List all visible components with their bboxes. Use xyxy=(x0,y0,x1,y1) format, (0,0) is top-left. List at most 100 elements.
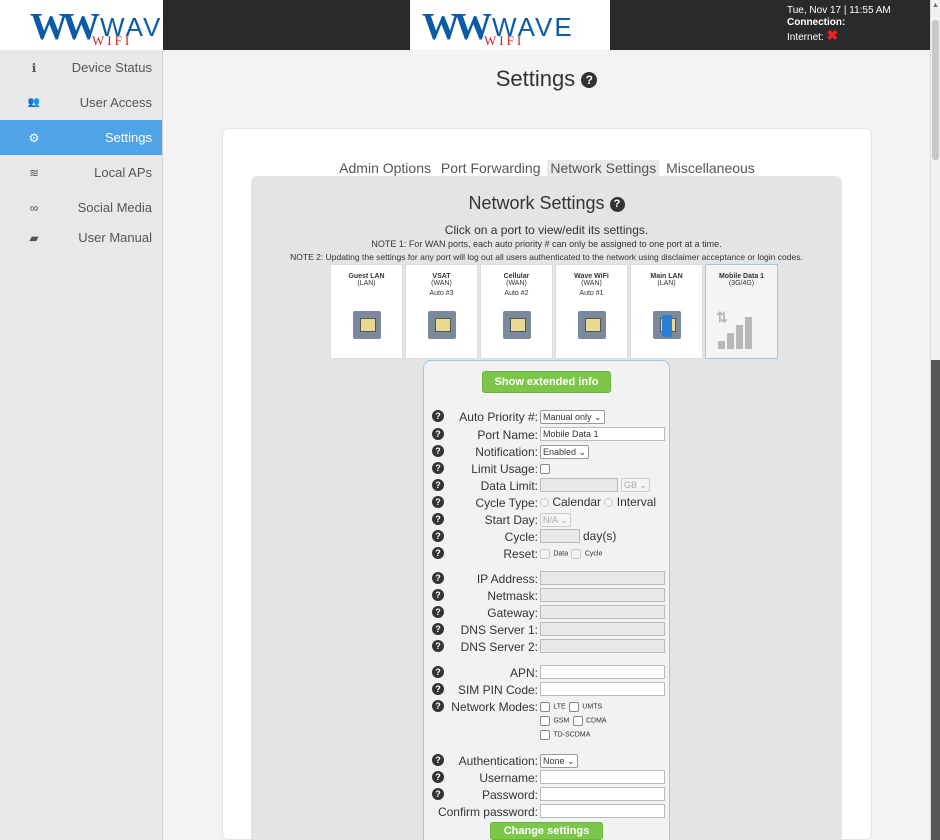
mode-lte-checkbox[interactable] xyxy=(540,701,550,712)
limit-usage-checkbox[interactable] xyxy=(540,463,550,474)
help-icon[interactable]: ? xyxy=(432,771,444,783)
cycle-interval-radio[interactable] xyxy=(604,498,614,508)
tab-miscellaneous[interactable]: Miscellaneous xyxy=(663,160,758,176)
logo-mark: W xyxy=(30,6,68,48)
netmask-input[interactable] xyxy=(540,588,665,602)
help-icon[interactable]: ? xyxy=(432,788,444,800)
port-wave-wifi[interactable]: Wave WiFi (WAN) Auto #1 xyxy=(555,264,628,359)
mode-umts-checkbox[interactable] xyxy=(569,701,580,712)
cycle-row: ? Cycle: day(s) xyxy=(424,529,684,545)
apn-input[interactable] xyxy=(540,665,665,679)
data-limit-row: ? Data Limit: GB ⌄ xyxy=(424,478,684,494)
port-type: (LAN) xyxy=(357,280,376,287)
start-day-select[interactable]: N/A ⌄ xyxy=(540,513,571,527)
ethernet-port-icon xyxy=(353,311,381,339)
help-icon[interactable]: ? xyxy=(432,530,444,542)
help-icon[interactable]: ? xyxy=(432,666,444,678)
tab-network-settings[interactable]: Network Settings xyxy=(547,160,660,176)
help-icon[interactable]: ? xyxy=(581,72,598,89)
port-name-input[interactable]: Mobile Data 1 xyxy=(540,427,665,441)
mode-td-scdma-checkbox[interactable] xyxy=(540,729,550,740)
authentication-select[interactable]: None ⌄ xyxy=(540,754,578,768)
auto-priority-select[interactable]: Manual only ⌄ xyxy=(540,410,605,424)
scrollbar-thumb[interactable] xyxy=(932,20,939,160)
cycle-input[interactable] xyxy=(540,529,580,543)
port-type: (3G/4G) xyxy=(728,280,755,287)
sidebar-item-device-status[interactable]: ℹ Device Status xyxy=(0,50,162,85)
port-main-lan[interactable]: Main LAN (LAN) xyxy=(630,264,703,359)
help-icon[interactable]: ? xyxy=(432,589,444,601)
sidebar-item-settings[interactable]: ⚙ Settings xyxy=(0,120,162,155)
port-vsat[interactable]: VSAT (WAN) Auto #3 xyxy=(405,264,478,359)
username-row: ? Username: xyxy=(424,770,684,786)
help-icon[interactable]: ? xyxy=(432,462,444,474)
password-input[interactable] xyxy=(540,787,665,801)
help-icon[interactable]: ? xyxy=(432,547,444,559)
change-settings-button[interactable]: Change settings xyxy=(490,822,603,840)
logo-mark: W xyxy=(422,6,460,48)
help-icon[interactable]: ? xyxy=(432,428,444,440)
port-auto: Auto #3 xyxy=(429,290,454,297)
sidebar-item-user-access[interactable]: 👥 User Access xyxy=(0,85,162,120)
help-icon[interactable]: ? xyxy=(432,479,444,491)
sidebar-item-local-aps[interactable]: ≋ Local APs xyxy=(0,155,162,190)
data-limit-input[interactable] xyxy=(540,478,618,492)
notification-select[interactable]: Enabled ⌄ xyxy=(540,445,590,459)
dns-server-1-input[interactable] xyxy=(540,622,665,636)
reset-row: ? Reset: Data Cycle xyxy=(424,546,684,562)
sidebar-item-user-manual[interactable]: ▰ User Manual xyxy=(0,220,162,255)
port-cellular[interactable]: Cellular (WAN) Auto #2 xyxy=(480,264,553,359)
data-limit-unit-select[interactable]: GB ⌄ xyxy=(621,478,651,492)
cycle-calendar-radio[interactable] xyxy=(540,498,549,508)
sidebar-item-label: Local APs xyxy=(94,165,152,180)
sim-pin-input[interactable] xyxy=(540,682,665,696)
help-icon[interactable]: ? xyxy=(432,410,444,422)
auto-priority-row: ? Auto Priority #: Manual only ⌄ xyxy=(424,409,684,425)
help-icon[interactable]: ? xyxy=(432,606,444,618)
page-scrollbar[interactable]: ▲ xyxy=(930,0,940,840)
help-icon[interactable]: ? xyxy=(432,683,444,695)
help-icon[interactable]: ? xyxy=(432,754,444,766)
gateway-input[interactable] xyxy=(540,605,665,619)
help-icon[interactable]: ? xyxy=(432,640,444,652)
port-name: Wave WiFi xyxy=(574,273,609,280)
port-mobile-data-1[interactable]: Mobile Data 1 (3G/4G) ⇅ xyxy=(705,264,778,359)
help-icon[interactable]: ? xyxy=(609,196,625,212)
port-name: VSAT xyxy=(432,273,451,280)
help-icon[interactable]: ? xyxy=(432,623,444,635)
limit-usage-label: Limit Usage: xyxy=(471,462,538,476)
reset-data-label: Data xyxy=(553,550,569,558)
reset-data-checkbox[interactable] xyxy=(540,548,550,559)
port-name-row: ? Port Name: Mobile Data 1 xyxy=(424,427,684,443)
cycle-label: Cycle: xyxy=(504,530,538,544)
internet-label: Internet: xyxy=(787,32,824,43)
data-limit-unit: GB xyxy=(624,480,638,490)
show-extended-info-button[interactable]: Show extended info xyxy=(482,371,611,393)
brand-logo[interactable]: W W WAVE WIFI xyxy=(30,6,182,48)
help-icon[interactable]: ? xyxy=(432,496,444,508)
netmask-label: Netmask: xyxy=(487,589,538,603)
gears-icon: ⚙ xyxy=(28,130,40,145)
dns-server-2-input[interactable] xyxy=(540,639,665,653)
mode-gsm-checkbox[interactable] xyxy=(540,715,550,726)
username-input[interactable] xyxy=(540,770,665,784)
help-icon[interactable]: ? xyxy=(432,572,444,584)
confirm-password-input[interactable] xyxy=(540,804,665,818)
note-1: NOTE 1: For WAN ports, each auto priorit… xyxy=(371,239,722,249)
authentication-label: Authentication: xyxy=(458,754,538,768)
cycle-type-row: ? Cycle Type: Calendar Interval xyxy=(424,495,684,511)
reset-cycle-checkbox[interactable] xyxy=(571,548,582,559)
tab-admin-options[interactable]: Admin Options xyxy=(336,160,434,176)
mode-cdma-checkbox[interactable] xyxy=(572,715,583,726)
username-label: Username: xyxy=(479,771,538,785)
port-guest-lan[interactable]: Guest LAN (LAN) xyxy=(330,264,403,359)
ethernet-port-icon xyxy=(428,311,456,339)
help-icon[interactable]: ? xyxy=(432,700,444,712)
tab-port-forwarding[interactable]: Port Forwarding xyxy=(438,160,544,176)
network-modes-label: Network Modes: xyxy=(451,700,538,714)
ip-address-input[interactable] xyxy=(540,571,665,585)
scroll-up-icon[interactable]: ▲ xyxy=(932,2,939,9)
help-icon[interactable]: ? xyxy=(432,513,444,525)
sim-pin-row: ? SIM PIN Code: xyxy=(424,682,684,698)
help-icon[interactable]: ? xyxy=(432,445,444,457)
